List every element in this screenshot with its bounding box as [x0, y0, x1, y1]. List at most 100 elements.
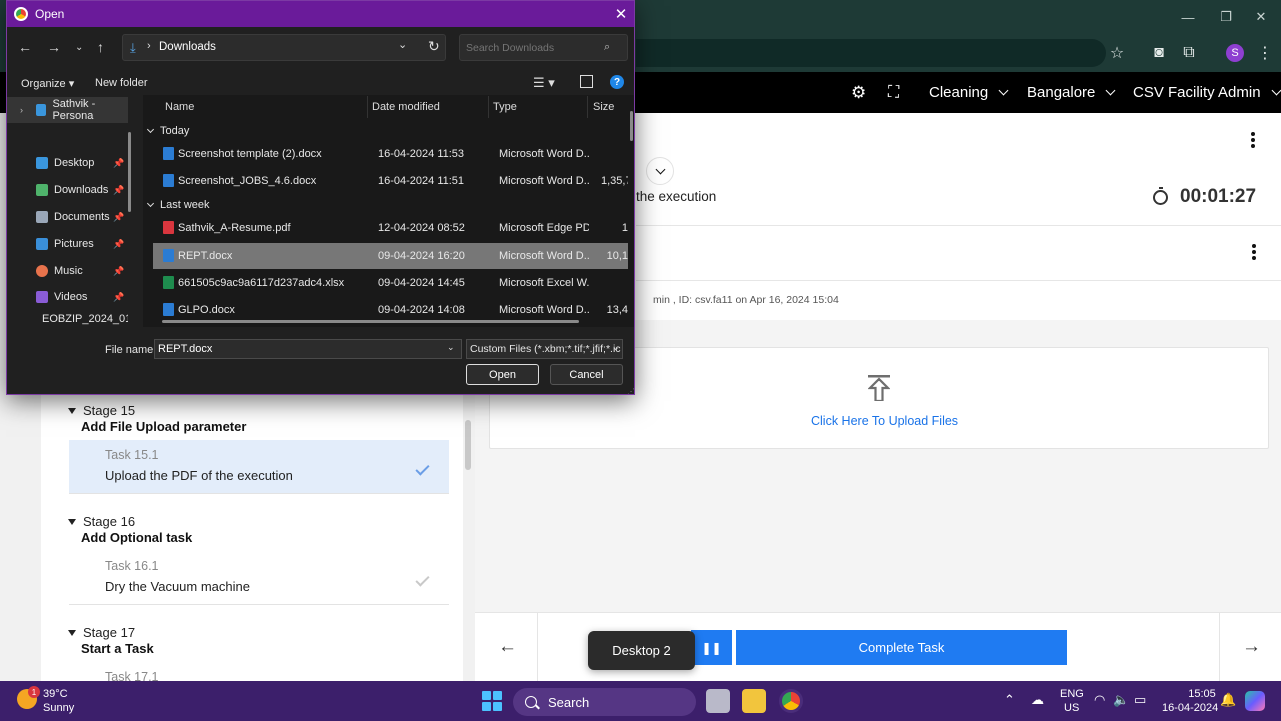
weather-description[interactable]: Sunny: [43, 702, 74, 714]
upload-link[interactable]: Click Here To Upload Files: [811, 414, 958, 428]
left-scrollbar[interactable]: [465, 420, 471, 470]
up-arrow-icon[interactable]: ↑: [97, 39, 104, 55]
column-divider[interactable]: [367, 96, 368, 118]
browser-menu-icon[interactable]: ⋮: [1252, 40, 1278, 66]
notification-bell-icon[interactable]: 🔔: [1220, 692, 1236, 708]
gear-icon[interactable]: ⚙: [851, 72, 866, 113]
task-card[interactable]: Task 17.1: [69, 662, 449, 681]
group-header-today[interactable]: Today: [146, 125, 189, 137]
breadcrumb-downloads[interactable]: Downloads: [159, 41, 216, 53]
column-divider[interactable]: [587, 96, 588, 118]
language-region[interactable]: US: [1064, 702, 1079, 714]
file-type: Microsoft Word D...: [499, 175, 589, 187]
help-icon[interactable]: ?: [610, 75, 624, 89]
windows-start-icon[interactable]: [482, 691, 502, 711]
file-row[interactable]: GLPO.docx 09-04-2024 14:08 Microsoft Wor…: [153, 297, 628, 319]
pause-button[interactable]: ❚❚: [691, 630, 732, 665]
location-dropdown[interactable]: Bangalore: [1027, 72, 1116, 113]
file-size: 1: [621, 222, 628, 234]
file-row[interactable]: Screenshot_JOBS_4.6.docx 16-04-2024 11:5…: [153, 168, 628, 194]
taskbar-search[interactable]: Search: [513, 688, 696, 716]
qr-scan-icon[interactable]: ⛶: [888, 72, 899, 113]
more-options-icon[interactable]: [1251, 132, 1255, 148]
nav-item-downloads[interactable]: Downloads 📌: [7, 177, 128, 203]
upload-icon[interactable]: [868, 375, 890, 401]
stage-header[interactable]: Stage 16: [68, 514, 135, 529]
complete-task-button[interactable]: Complete Task: [736, 630, 1067, 665]
dialog-search-input[interactable]: [459, 34, 628, 61]
language-indicator[interactable]: ENG: [1060, 688, 1084, 700]
column-divider[interactable]: [488, 96, 489, 118]
breadcrumb-chevron-icon[interactable]: ›: [147, 40, 151, 52]
weather-temperature[interactable]: 39°C: [43, 688, 68, 700]
expand-chevron-icon[interactable]: ›: [20, 105, 23, 115]
stage-name: Add File Upload parameter: [81, 419, 247, 434]
nav-item-music[interactable]: Music 📌: [7, 258, 128, 284]
column-header-type[interactable]: Type: [493, 101, 517, 113]
more-options-icon[interactable]: [1252, 244, 1256, 260]
volume-muted-icon[interactable]: 🔈: [1113, 692, 1129, 708]
wifi-icon[interactable]: ◠: [1094, 692, 1105, 708]
file-row[interactable]: Sathvik_A-Resume.pdf 12-04-2024 08:52 Mi…: [153, 215, 628, 241]
address-bar[interactable]: [636, 39, 1106, 67]
file-name-input[interactable]: [154, 339, 462, 359]
next-task-arrow-icon[interactable]: →: [1242, 636, 1261, 658]
extensions-icon[interactable]: ⧉: [1176, 40, 1202, 66]
chevron-down-icon[interactable]: ⌄: [612, 342, 620, 353]
role-dropdown[interactable]: CSV Facility Admin: [1133, 72, 1281, 113]
clock-date[interactable]: 16-04-2024: [1162, 702, 1218, 714]
nav-item-pictures[interactable]: Pictures 📌: [7, 231, 128, 257]
nav-item-onedrive[interactable]: › Sathvik - Persona: [7, 97, 128, 123]
copilot-icon[interactable]: [1245, 691, 1265, 711]
column-header-size[interactable]: Size: [593, 101, 614, 113]
refresh-icon[interactable]: ↻: [428, 38, 440, 55]
file-row-selected[interactable]: REPT.docx 09-04-2024 16:20 Microsoft Wor…: [153, 243, 628, 269]
battery-icon[interactable]: ▭: [1134, 692, 1146, 708]
file-row[interactable]: 661505c9ac9a6117d237adc4.xlsx 09-04-2024…: [153, 270, 628, 296]
nav-item-documents[interactable]: Documents 📌: [7, 204, 128, 230]
camera-icon[interactable]: ◙: [1146, 40, 1172, 66]
stage-header[interactable]: Stage 17: [68, 625, 135, 640]
search-icon[interactable]: ⌕: [604, 41, 610, 54]
nav-item-desktop[interactable]: Desktop 📌: [7, 150, 128, 176]
bookmark-star-icon[interactable]: ☆: [1104, 40, 1130, 66]
column-header-date[interactable]: Date modified: [372, 101, 440, 113]
new-folder-button[interactable]: New folder: [95, 77, 148, 89]
task-card[interactable]: Task 16.1 Dry the Vacuum machine: [69, 551, 449, 605]
file-row[interactable]: Screenshot template (2).docx 16-04-2024 …: [153, 141, 628, 167]
chevron-down-icon[interactable]: ⌄: [398, 38, 407, 51]
column-header-name[interactable]: Name: [165, 101, 194, 113]
file-date: 09-04-2024 14:08: [378, 304, 465, 316]
task-card[interactable]: Task 15.1 Upload the PDF of the executio…: [69, 440, 449, 494]
organize-button[interactable]: Organize ▾: [21, 77, 74, 90]
cancel-button[interactable]: Cancel: [550, 364, 623, 385]
view-options-icon[interactable]: ☰ ▾: [533, 75, 555, 91]
tray-overflow-icon[interactable]: ⌃: [1004, 692, 1015, 708]
recent-locations-chevron-icon[interactable]: ⌄: [75, 42, 83, 53]
close-window-button[interactable]: ✕: [1241, 0, 1281, 34]
file-list-hscrollbar[interactable]: [162, 320, 579, 323]
chevron-down-icon[interactable]: ⌄: [447, 342, 455, 353]
stage-header[interactable]: Stage 15: [68, 403, 135, 418]
nav-item-videos[interactable]: Videos 📌: [7, 284, 128, 310]
nav-pane-scrollbar[interactable]: [128, 132, 131, 212]
previous-task-arrow-icon[interactable]: ←: [498, 636, 517, 658]
clock-time[interactable]: 15:05: [1185, 688, 1219, 700]
onedrive-cloud-icon[interactable]: ☁: [1031, 692, 1044, 708]
file-list-vscrollbar[interactable]: [630, 111, 633, 141]
forward-arrow-icon[interactable]: →: [47, 39, 61, 55]
resize-grip-icon[interactable]: ⋰: [627, 387, 634, 394]
dialog-close-icon[interactable]: ✕: [609, 3, 633, 25]
group-header-last-week[interactable]: Last week: [146, 199, 210, 211]
module-dropdown[interactable]: Cleaning: [929, 72, 1009, 113]
nav-item-folder[interactable]: EOBZIP_2024_01: [7, 311, 128, 327]
profile-avatar[interactable]: S: [1226, 44, 1244, 62]
file-explorer-icon[interactable]: [742, 689, 766, 713]
back-arrow-icon[interactable]: ←: [18, 39, 32, 55]
open-button[interactable]: Open: [466, 364, 539, 385]
preview-pane-icon[interactable]: [580, 75, 593, 88]
collapse-button[interactable]: [646, 157, 674, 185]
task-view-icon[interactable]: [706, 689, 730, 713]
file-type-filter-select[interactable]: Custom Files (*.xbm;*.tif;*.jfif;*.ic: [466, 339, 623, 359]
chrome-app-icon[interactable]: [779, 689, 803, 713]
